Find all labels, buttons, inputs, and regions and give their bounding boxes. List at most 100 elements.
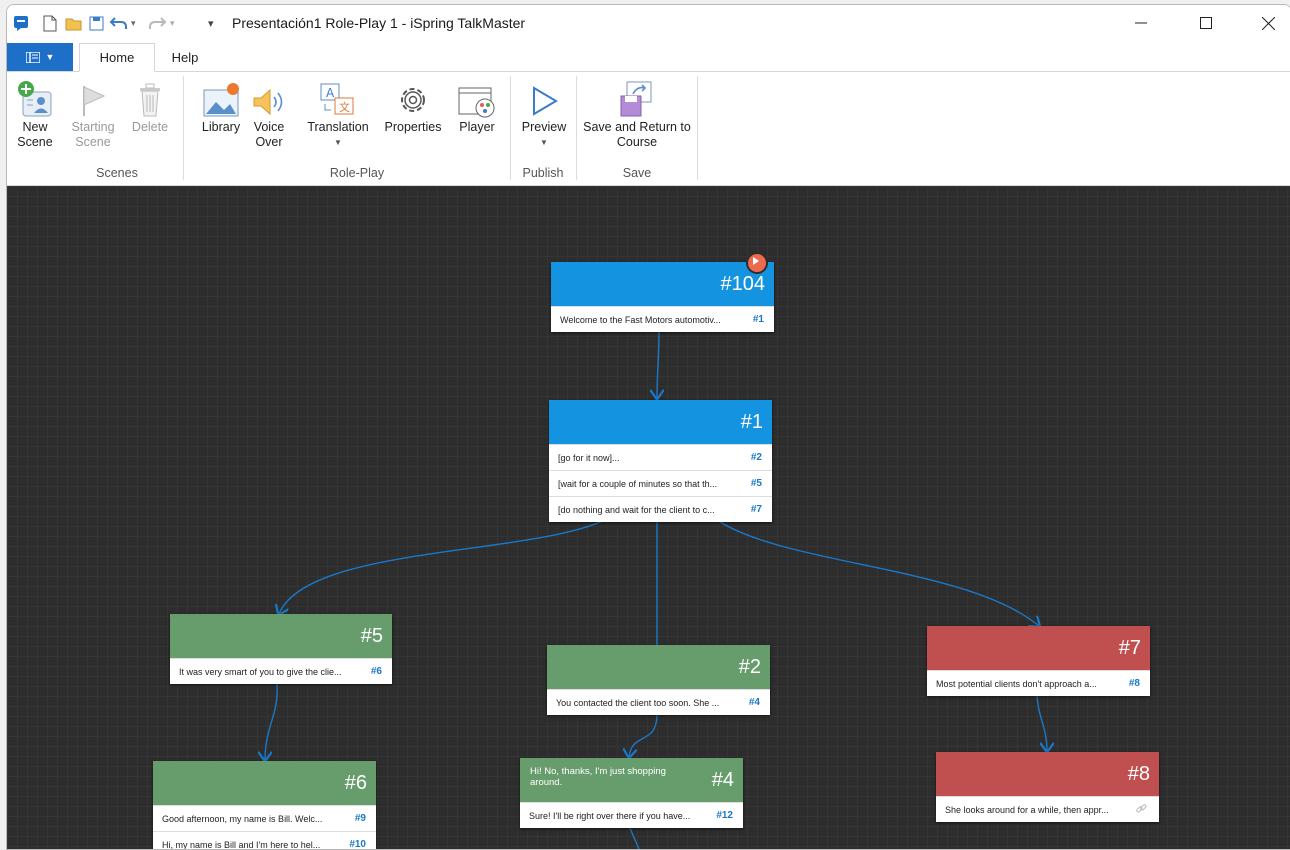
ribbon-separator xyxy=(697,76,698,180)
redo-icon[interactable] xyxy=(147,14,167,32)
properties-button[interactable]: Properties xyxy=(379,78,447,135)
scene-option-row[interactable]: Hi, my name is Bill and I'm here to hel.… xyxy=(153,831,376,849)
player-icon xyxy=(453,78,501,118)
option-text: She looks around for a while, then appr.… xyxy=(945,805,1109,815)
option-target[interactable]: #12 xyxy=(716,810,733,821)
open-folder-icon[interactable] xyxy=(65,14,83,32)
scene-option-row[interactable]: [go for it now]... #2 xyxy=(549,444,772,470)
player-button[interactable]: Player xyxy=(453,78,501,135)
window-title: Presentación1 Role-Play 1 - iSpring Talk… xyxy=(232,15,526,31)
scene-card-104[interactable]: #104 Welcome to the Fast Motors automoti… xyxy=(551,252,774,332)
option-text: Good afternoon, my name is Bill. Welc... xyxy=(162,814,323,824)
link-104-to-1 xyxy=(657,330,659,398)
voice-over-button[interactable]: Voice Over xyxy=(247,78,291,150)
ribbon: New Scene Starting Scene Delete Scenes L… xyxy=(7,72,1290,186)
close-button[interactable] xyxy=(1245,5,1290,41)
starting-scene-icon xyxy=(67,78,119,118)
undo-dropdown-icon[interactable]: ▾ xyxy=(131,14,136,32)
minimize-button[interactable] xyxy=(1118,5,1164,41)
save-return-icon xyxy=(581,78,693,118)
library-icon xyxy=(197,78,245,118)
scene-option-row[interactable]: Welcome to the Fast Motors automotiv... … xyxy=(551,306,774,332)
new-scene-button[interactable]: New Scene xyxy=(13,78,57,150)
scene-id: #5 xyxy=(360,625,383,647)
option-target[interactable]: #6 xyxy=(371,666,382,677)
translation-icon: A文 xyxy=(299,78,377,118)
group-label-publish: Publish xyxy=(522,166,564,180)
ribbon-separator xyxy=(183,76,184,180)
svg-text:文: 文 xyxy=(339,100,350,114)
scene-option-row[interactable]: Sure! I'll be right over there if you ha… xyxy=(520,802,743,828)
delete-label: Delete xyxy=(131,120,169,134)
save-return-button[interactable]: Save and Return to Course xyxy=(581,78,693,150)
file-menu-dropdown-icon: ▼ xyxy=(45,52,55,62)
scene-card-4[interactable]: Hi! No, thanks, I'm just shopping around… xyxy=(520,758,743,828)
scene-card-7[interactable]: #7 Most potential clients don't approach… xyxy=(927,626,1150,696)
scene-canvas[interactable]: #104 Welcome to the Fast Motors automoti… xyxy=(7,186,1290,849)
file-menu-button[interactable]: ▼ xyxy=(7,43,73,71)
title-bar: ▾ ▾ ▾ Presentación1 Role-Play 1 - iSprin… xyxy=(7,5,1290,43)
scene-header: #1 xyxy=(549,400,772,444)
save-icon[interactable] xyxy=(89,14,104,32)
scene-id: #1 xyxy=(740,411,763,433)
option-target[interactable]: #4 xyxy=(749,697,760,708)
option-target[interactable]: #5 xyxy=(751,478,762,489)
translation-dropdown-icon: ▼ xyxy=(334,138,342,147)
new-scene-icon xyxy=(13,78,57,118)
option-text: [do nothing and wait for the client to c… xyxy=(558,505,715,515)
customize-toolbar-icon[interactable]: ▾ xyxy=(208,14,214,32)
scene-option-row[interactable]: [do nothing and wait for the client to c… xyxy=(549,496,772,522)
group-label-roleplay: Role-Play xyxy=(329,166,385,180)
library-button[interactable]: Library xyxy=(197,78,245,135)
option-text: Sure! I'll be right over there if you ha… xyxy=(529,811,691,821)
option-target[interactable]: #8 xyxy=(1129,678,1140,689)
link-icon[interactable] xyxy=(1135,803,1147,818)
option-target[interactable]: #9 xyxy=(355,813,366,824)
trash-icon xyxy=(125,78,175,118)
scene-header: #5 xyxy=(170,614,392,658)
translation-button[interactable]: A文 Translation ▼ xyxy=(299,78,377,150)
scene-option-row[interactable]: You contacted the client too soon. She .… xyxy=(547,689,770,715)
new-file-icon[interactable] xyxy=(43,14,57,32)
scene-option-row[interactable]: [wait for a couple of minutes so that th… xyxy=(549,470,772,496)
delete-button[interactable]: Delete xyxy=(125,78,175,135)
link-5-to-6 xyxy=(265,682,278,760)
scene-option-row[interactable]: She looks around for a while, then appr.… xyxy=(936,796,1159,822)
ribbon-separator xyxy=(510,76,511,180)
library-label: Library xyxy=(201,120,241,134)
starting-scene-flag-icon xyxy=(746,252,768,274)
scene-card-2[interactable]: #2 You contacted the client too soon. Sh… xyxy=(547,645,770,715)
tab-home[interactable]: Home xyxy=(79,43,155,72)
option-text: Welcome to the Fast Motors automotiv... xyxy=(560,315,721,325)
gear-icon xyxy=(379,78,447,118)
voice-over-label: Voice Over xyxy=(253,120,285,149)
scene-option-row[interactable]: Most potential clients don't approach a.… xyxy=(927,670,1150,696)
option-target[interactable]: #7 xyxy=(751,504,762,515)
preview-dropdown-icon: ▼ xyxy=(540,138,548,147)
scene-id: #7 xyxy=(1118,637,1141,659)
scene-header: #6 xyxy=(153,761,376,805)
preview-label: Preview xyxy=(521,120,567,134)
scene-card-8[interactable]: #8 She looks around for a while, then ap… xyxy=(936,752,1159,822)
undo-icon[interactable] xyxy=(109,14,129,32)
tab-help[interactable]: Help xyxy=(161,43,209,71)
link-4-out xyxy=(628,825,640,849)
preview-button[interactable]: Preview ▼ xyxy=(517,78,571,150)
scene-card-6[interactable]: #6 Good afternoon, my name is Bill. Welc… xyxy=(153,761,376,849)
scene-option-row[interactable]: It was very smart of you to give the cli… xyxy=(170,658,392,684)
scene-option-row[interactable]: Good afternoon, my name is Bill. Welc...… xyxy=(153,805,376,831)
option-target[interactable]: #2 xyxy=(751,452,762,463)
option-text: Most potential clients don't approach a.… xyxy=(936,679,1097,689)
redo-dropdown-icon[interactable]: ▾ xyxy=(170,14,175,32)
properties-label: Properties xyxy=(384,120,442,134)
maximize-button[interactable] xyxy=(1183,5,1229,41)
starting-scene-button[interactable]: Starting Scene xyxy=(67,78,119,150)
scene-header: #7 xyxy=(927,626,1150,670)
option-text: [go for it now]... xyxy=(558,453,620,463)
scene-header: #2 xyxy=(547,645,770,689)
scene-card-1[interactable]: #1 [go for it now]... #2 [wait for a cou… xyxy=(549,400,772,522)
app-window: ▾ ▾ ▾ Presentación1 Role-Play 1 - iSprin… xyxy=(6,4,1290,850)
scene-card-5[interactable]: #5 It was very smart of you to give the … xyxy=(170,614,392,684)
option-target[interactable]: #1 xyxy=(753,314,764,325)
scene-id: #2 xyxy=(738,656,761,678)
